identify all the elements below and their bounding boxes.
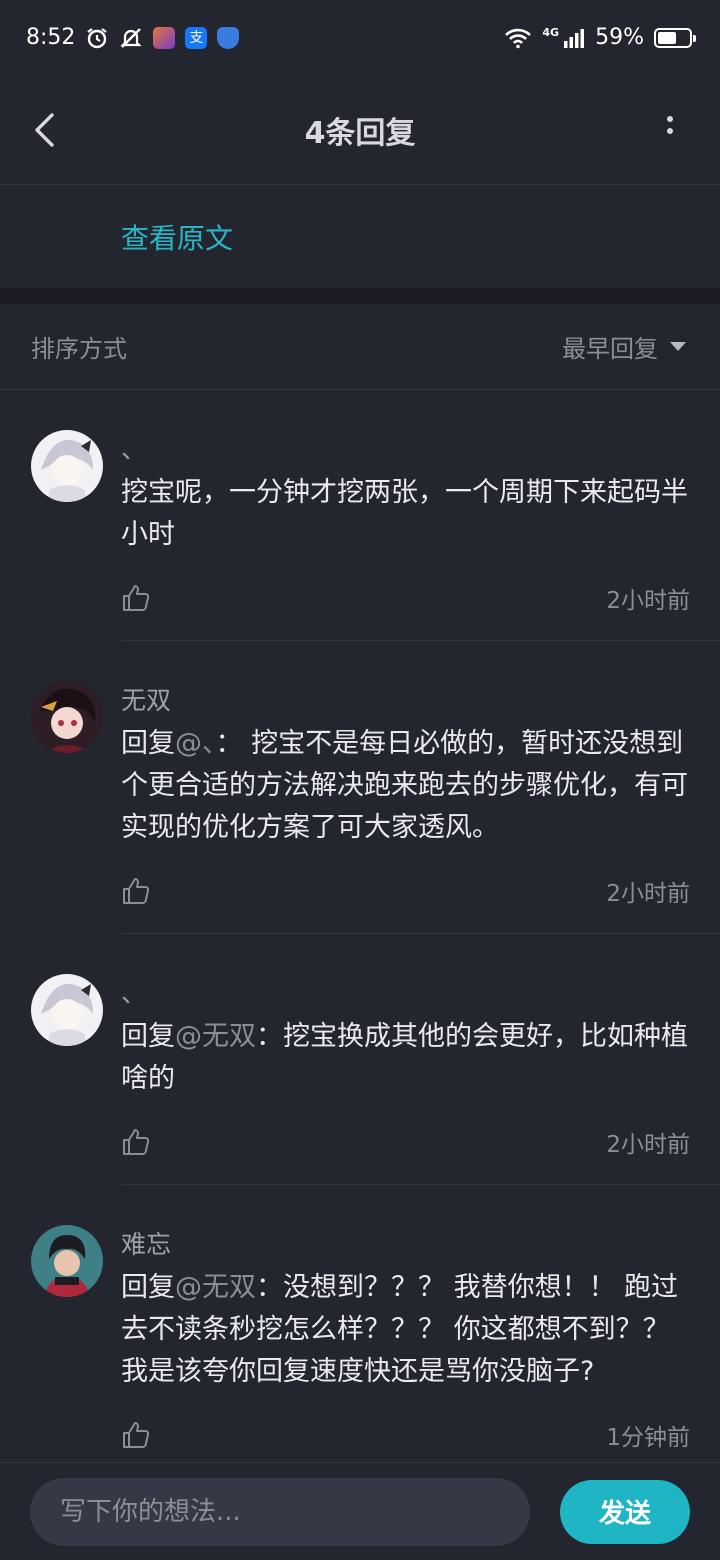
thumbs-up-icon[interactable] (121, 1420, 151, 1450)
alipay-icon: 支 (185, 26, 208, 49)
status-left: 8:52 支 (26, 25, 240, 50)
status-bar: 8:52 支 4G 59% (0, 0, 720, 75)
reply-item: 无双 回复@、： 挖宝不是每日必做的，暂时还没想到个更合适的方法解决跑来跑去的步… (31, 641, 720, 934)
more-vertical-icon[interactable] (664, 115, 676, 147)
reply-time: 1分钟前 (606, 1425, 690, 1451)
battery-percent: 59% (595, 25, 644, 50)
bell-muted-icon (120, 27, 143, 48)
reply-text: 挖宝呢，一分钟才挖两张，一个周期下来起码半小时 (121, 472, 720, 556)
wifi-icon (505, 28, 532, 48)
reply-text: 回复@、： 挖宝不是每日必做的，暂时还没想到个更合适的方法解决跑来跑去的步骤优化… (121, 723, 720, 849)
avatar[interactable] (31, 430, 103, 502)
reply-author[interactable]: 、 (121, 974, 720, 1014)
top-bar: 4条回复 (0, 75, 720, 185)
back-chevron-icon[interactable] (30, 113, 60, 147)
battery-fill (658, 31, 676, 44)
caret-down-icon (670, 342, 686, 351)
reply-mention[interactable]: @无双 (175, 1272, 256, 1303)
reply-prefix: 回复 (121, 1272, 175, 1303)
sort-dropdown[interactable]: 最早回复 (562, 329, 686, 364)
reply-content: 挖宝呢，一分钟才挖两张，一个周期下来起码半小时 (121, 477, 688, 550)
reply-time: 2小时前 (606, 881, 690, 907)
reply-text: 回复@无双：挖宝换成其他的会更好，比如种植啥的 (121, 1016, 720, 1100)
reply-mention[interactable]: @无双 (175, 1021, 256, 1052)
avatar[interactable] (31, 681, 103, 753)
reply-item: 、 挖宝呢，一分钟才挖两张，一个周期下来起码半小时 2小时前 (31, 390, 720, 641)
network-type: 4G (542, 26, 560, 39)
reply-list: 、 挖宝呢，一分钟才挖两张，一个周期下来起码半小时 2小时前 无双 回复@、： … (0, 390, 720, 1478)
page-title: 4条回复 (304, 115, 416, 151)
sort-selected-value: 最早回复 (562, 335, 658, 363)
reply-author[interactable]: 无双 (121, 681, 720, 721)
game-app-icon (153, 26, 176, 49)
reply-time: 2小时前 (606, 1132, 690, 1158)
reply-footer: 2小时前 (121, 1100, 720, 1184)
reply-text: 回复@无双：没想到？？？ 我替你想！！ 跑过去不读条秒挖怎么样？？？ 你这都想不… (121, 1267, 720, 1393)
reply-item: 难忘 回复@无双：没想到？？？ 我替你想！！ 跑过去不读条秒挖怎么样？？？ 你这… (31, 1185, 720, 1478)
view-original-link[interactable]: 查看原文 (121, 217, 233, 257)
thumbs-up-icon[interactable] (121, 876, 151, 906)
sort-bar: 排序方式 最早回复 (0, 304, 720, 390)
shield-icon (217, 26, 240, 49)
send-button[interactable]: 发送 (560, 1479, 690, 1544)
cellular-signal-icon (564, 28, 585, 48)
reply-footer: 2小时前 (121, 556, 720, 640)
reply-prefix: 回复 (121, 728, 175, 759)
section-divider (0, 288, 720, 304)
sort-label: 排序方式 (31, 335, 127, 363)
status-right: 4G 59% (504, 25, 696, 50)
reply-author[interactable]: 、 (121, 430, 720, 470)
thumbs-up-icon[interactable] (121, 583, 151, 613)
avatar[interactable] (31, 1225, 103, 1297)
avatar[interactable] (31, 974, 103, 1046)
battery-icon (654, 27, 696, 48)
comment-input[interactable] (30, 1477, 530, 1546)
reply-footer: 2小时前 (121, 849, 720, 933)
reply-time: 2小时前 (606, 588, 690, 614)
composer-bar: 发送 (0, 1462, 720, 1560)
status-time: 8:52 (26, 25, 76, 50)
reply-author[interactable]: 难忘 (121, 1225, 720, 1265)
view-original-row: 查看原文 (0, 186, 720, 288)
thumbs-up-icon[interactable] (121, 1127, 151, 1157)
alarm-icon (87, 27, 108, 48)
reply-mention[interactable]: @、 (175, 728, 216, 759)
reply-prefix: 回复 (121, 1021, 175, 1052)
reply-item: 、 回复@无双：挖宝换成其他的会更好，比如种植啥的 2小时前 (31, 934, 720, 1185)
